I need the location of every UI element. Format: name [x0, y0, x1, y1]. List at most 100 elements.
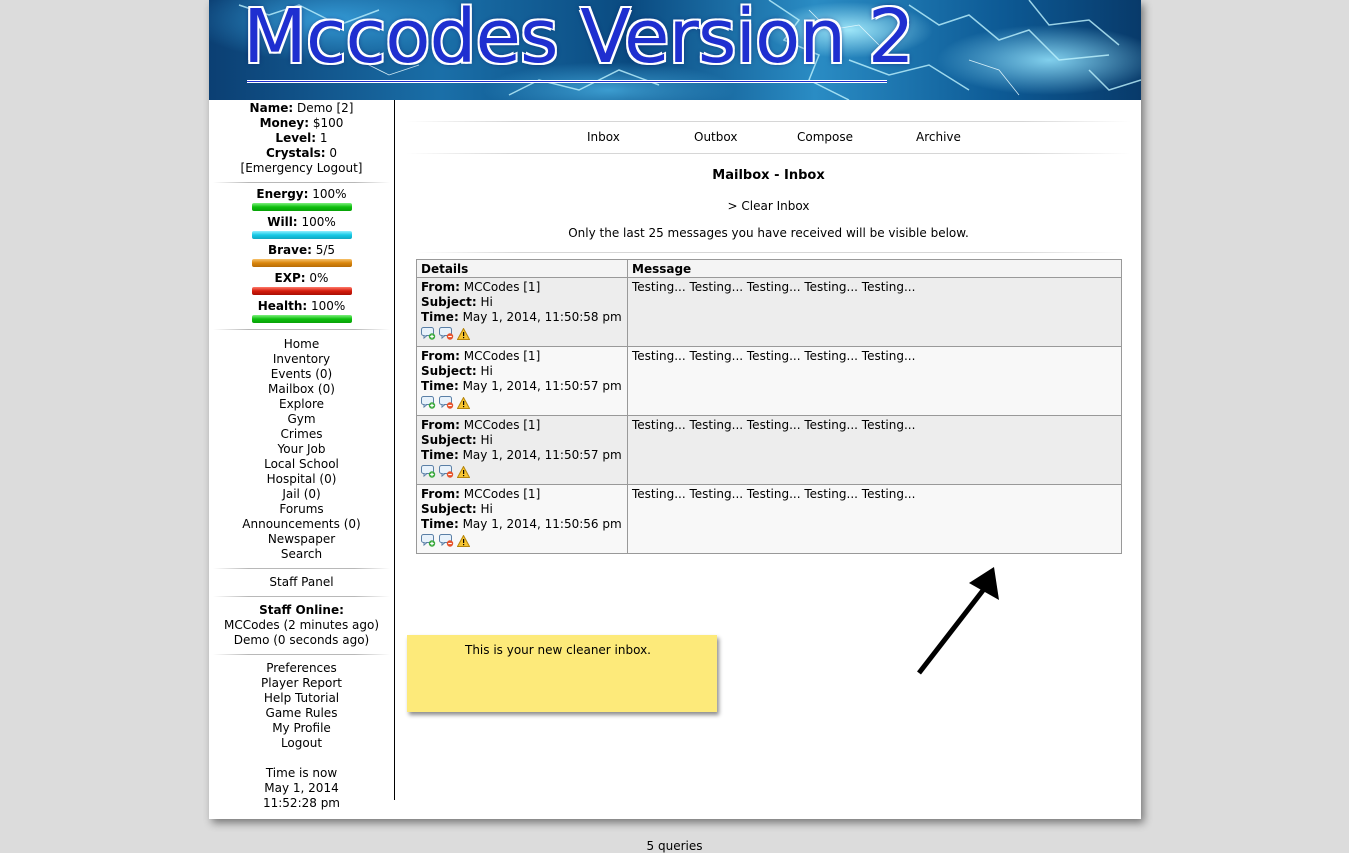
- level-value: 1: [319, 131, 328, 145]
- staff-member-link[interactable]: Demo (0 seconds ago): [209, 633, 394, 648]
- message-actions: [421, 465, 623, 478]
- subject-row: Subject: Hi: [421, 502, 493, 516]
- message-time: May 1, 2014, 11:50:56 pm: [462, 517, 622, 531]
- exp-label: EXP:: [274, 271, 306, 285]
- sidebar-item-newspaper[interactable]: Newspaper: [209, 532, 394, 547]
- message-details-cell: From: MCCodes [1] Subject: Hi Time: May 1,…: [416, 346, 628, 416]
- sidebar-item-announcements[interactable]: Announcements (0): [209, 517, 394, 532]
- brave-value: 5/5: [315, 243, 336, 257]
- from-row: From: MCCodes [1]: [421, 418, 541, 432]
- sidebar-item-hospital[interactable]: Hospital (0): [209, 472, 394, 487]
- sidebar-item-preferences[interactable]: Preferences: [209, 661, 394, 676]
- report-icon[interactable]: [457, 466, 470, 478]
- reply-icon[interactable]: [421, 465, 436, 478]
- tab-outbox[interactable]: Outbox: [694, 130, 737, 144]
- message-time: May 1, 2014, 11:50:58 pm: [462, 310, 622, 324]
- time-line-2: May 1, 2014: [264, 781, 339, 795]
- sidebar-item-help-tutorial[interactable]: Help Tutorial: [209, 691, 394, 706]
- message-from[interactable]: MCCodes [1]: [464, 280, 541, 294]
- user-name-row: Name: Demo [2]: [209, 101, 394, 116]
- will-bar: [251, 231, 352, 239]
- message-subject: Hi: [480, 433, 493, 447]
- message-from[interactable]: MCCodes [1]: [464, 487, 541, 501]
- reply-icon[interactable]: [421, 396, 436, 409]
- sidebar-divider: [213, 182, 390, 183]
- sidebar-item-player-report[interactable]: Player Report: [209, 676, 394, 691]
- bottom-nav: Preferences Player Report Help Tutorial Gam…: [209, 661, 394, 751]
- clear-inbox-link[interactable]: > Clear Inbox: [396, 199, 1141, 213]
- report-icon[interactable]: [457, 328, 470, 340]
- column-header-message: Message: [627, 259, 1122, 278]
- user-level-row: Level: 1: [209, 131, 394, 146]
- sidebar-item-home[interactable]: Home: [209, 337, 394, 352]
- name-value: Demo [2]: [296, 101, 354, 115]
- sidebar-item-jail[interactable]: Jail (0): [209, 487, 394, 502]
- sidebar-item-logout[interactable]: Logout: [209, 736, 394, 751]
- message-actions: [421, 396, 623, 409]
- mailbox-tabs: Inbox Outbox Compose Archive: [396, 130, 1141, 146]
- sidebar-divider: [213, 329, 390, 330]
- message-from[interactable]: MCCodes [1]: [464, 418, 541, 432]
- tabs-bottom-divider: [406, 153, 1131, 154]
- message-from[interactable]: MCCodes [1]: [464, 349, 541, 363]
- time-row: Time: May 1, 2014, 11:50:56 pm: [421, 517, 622, 531]
- table-row: From: MCCodes [1] Subject: Hi Time: May 1,…: [416, 346, 1122, 416]
- sidebar-divider: [213, 596, 390, 597]
- message-subject: Hi: [480, 364, 493, 378]
- message-time: May 1, 2014, 11:50:57 pm: [462, 448, 622, 462]
- delete-icon[interactable]: [439, 327, 454, 340]
- emergency-logout-link[interactable]: [Emergency Logout]: [209, 161, 394, 176]
- sidebar-item-mailbox[interactable]: Mailbox (0): [209, 382, 394, 397]
- logo-underline: [247, 80, 887, 83]
- health-row: Health: 100%: [209, 299, 394, 314]
- reply-icon[interactable]: [421, 327, 436, 340]
- message-details-cell: From: MCCodes [1] Subject: Hi Time: May 1,…: [416, 484, 628, 554]
- main-nav: Home Inventory Events (0) Mailbox (0) Explor…: [209, 337, 394, 562]
- reply-icon[interactable]: [421, 534, 436, 547]
- sidebar-item-gym[interactable]: Gym: [209, 412, 394, 427]
- message-actions: [421, 327, 623, 340]
- sidebar-item-game-rules[interactable]: Game Rules: [209, 706, 394, 721]
- delete-icon[interactable]: [439, 534, 454, 547]
- annotation-note-text: This is your new cleaner inbox.: [465, 643, 651, 657]
- delete-icon[interactable]: [439, 465, 454, 478]
- delete-icon[interactable]: [439, 396, 454, 409]
- health-bar: [251, 315, 352, 323]
- report-icon[interactable]: [457, 397, 470, 409]
- sidebar-item-your-job[interactable]: Your Job: [209, 442, 394, 457]
- notice-divider: [416, 252, 1122, 253]
- sidebar: Name: Demo [2] Money: $100 Level: 1 Crys…: [209, 100, 395, 810]
- table-row: From: MCCodes [1] Subject: Hi Time: May 1,…: [416, 277, 1122, 347]
- report-icon[interactable]: [457, 535, 470, 547]
- energy-row: Energy: 100%: [209, 187, 394, 202]
- staff-member-link[interactable]: MCCodes (2 minutes ago): [209, 618, 394, 633]
- table-row: From: MCCodes [1] Subject: Hi Time: May 1,…: [416, 415, 1122, 485]
- column-header-details: Details: [416, 259, 628, 278]
- sidebar-item-search[interactable]: Search: [209, 547, 394, 562]
- tab-archive[interactable]: Archive: [916, 130, 961, 144]
- message-subject: Hi: [480, 502, 493, 516]
- message-body-cell: Testing... Testing... Testing... Testing…: [627, 277, 1122, 347]
- exp-value: 0%: [309, 271, 329, 285]
- message-details-cell: From: MCCodes [1] Subject: Hi Time: May 1,…: [416, 277, 628, 347]
- annotation-arrow-icon: [917, 567, 999, 675]
- sidebar-item-forums[interactable]: Forums: [209, 502, 394, 517]
- subject-row: Subject: Hi: [421, 364, 493, 378]
- crystals-value: 0: [329, 146, 338, 160]
- sidebar-item-inventory[interactable]: Inventory: [209, 352, 394, 367]
- messages-table: Details Message From: MCCodes [1] Subject…: [416, 259, 1122, 554]
- staff-panel-link[interactable]: Staff Panel: [209, 575, 394, 590]
- tab-inbox[interactable]: Inbox: [587, 130, 620, 144]
- sidebar-item-events[interactable]: Events (0): [209, 367, 394, 382]
- sidebar-item-crimes[interactable]: Crimes: [209, 427, 394, 442]
- sidebar-item-local-school[interactable]: Local School: [209, 457, 394, 472]
- will-value: 100%: [301, 215, 336, 229]
- sidebar-item-my-profile[interactable]: My Profile: [209, 721, 394, 736]
- tab-compose[interactable]: Compose: [797, 130, 853, 144]
- crystals-label: Crystals:: [265, 146, 326, 160]
- page-title: Mailbox - Inbox: [712, 168, 825, 183]
- energy-bar: [251, 203, 352, 211]
- sidebar-item-explore[interactable]: Explore: [209, 397, 394, 412]
- messages-body: From: MCCodes [1] Subject: Hi Time: May 1,…: [416, 277, 1122, 554]
- will-label: Will:: [267, 215, 298, 229]
